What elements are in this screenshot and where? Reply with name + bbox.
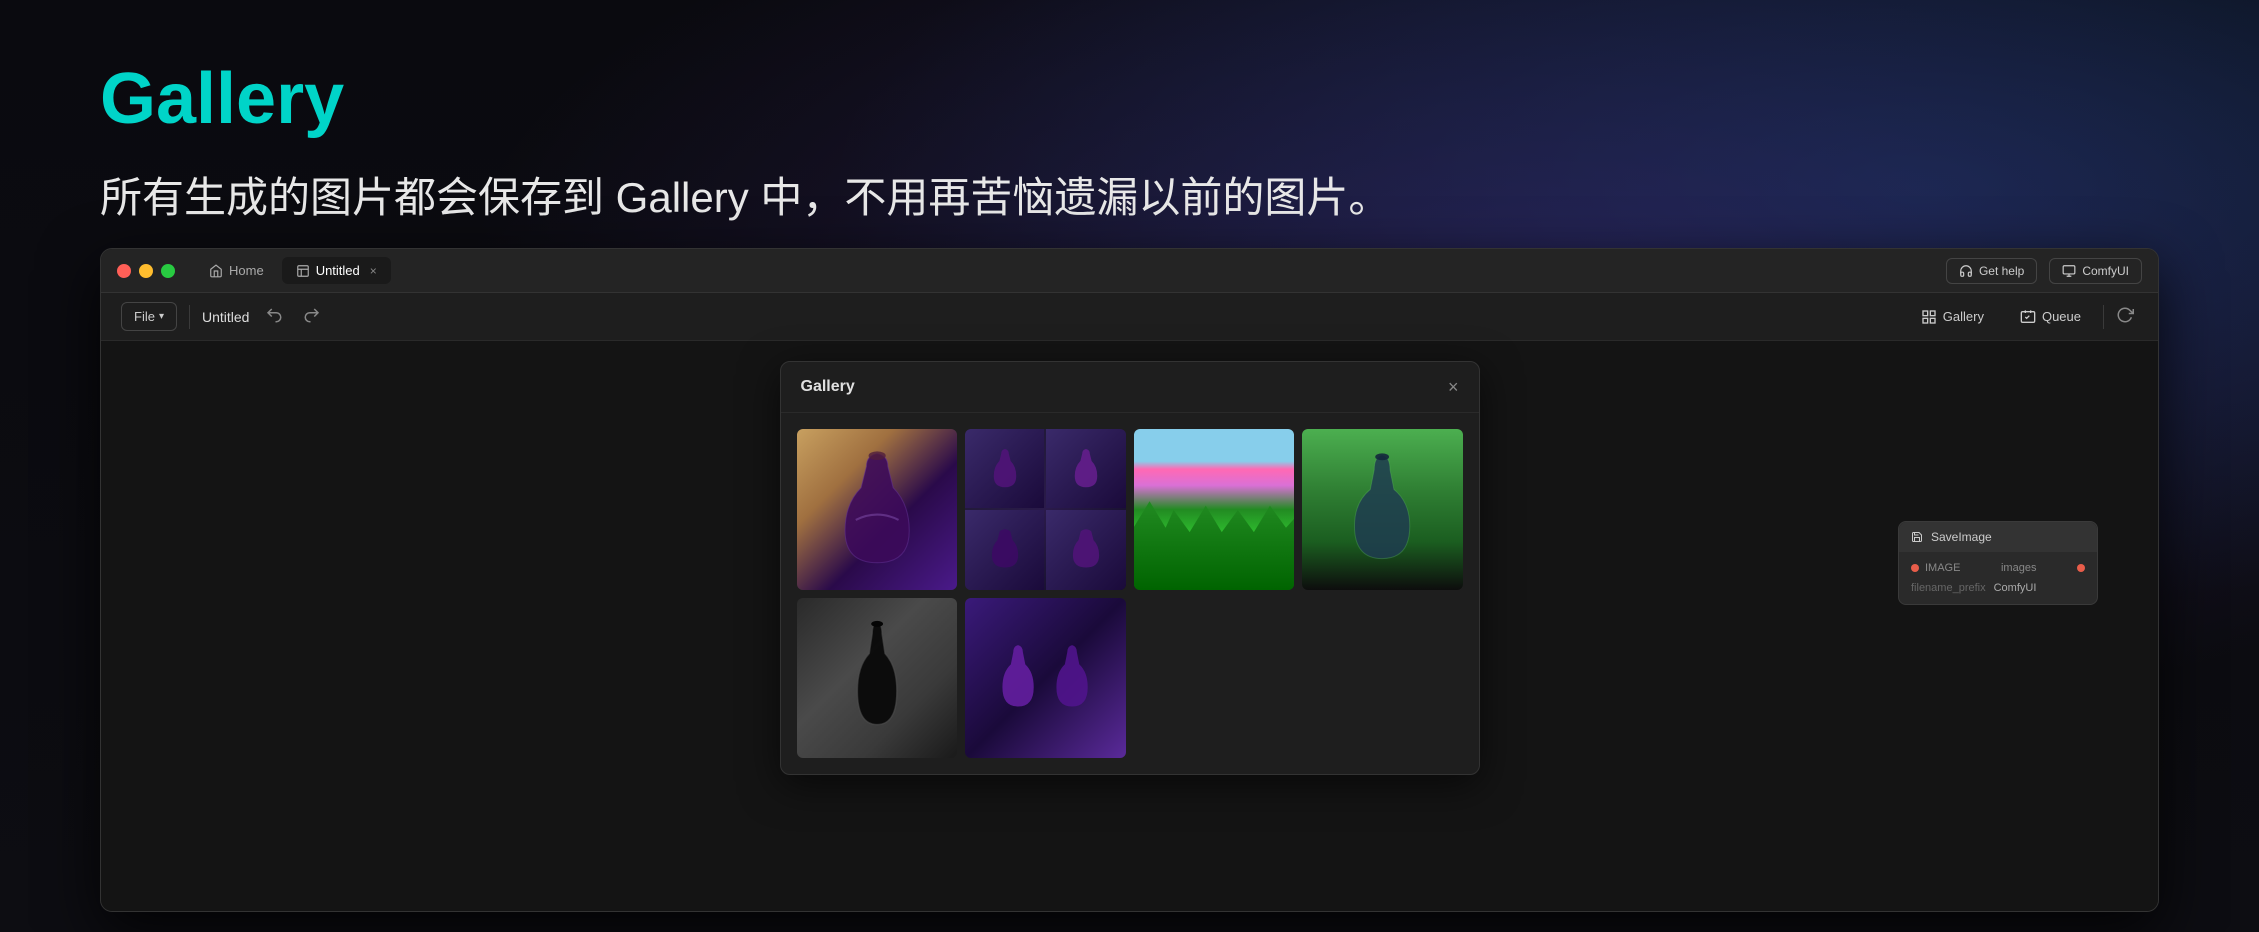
cell-2 — [1046, 429, 1125, 508]
mini-bottle-3 — [990, 527, 1020, 572]
node-body: IMAGE images filename_prefix ComfyUI — [1899, 552, 2097, 604]
hero-section: Gallery 所有生成的图片都会保存到 Gallery 中，不用再苦恼遗漏以前… — [0, 0, 2259, 268]
gallery-item-3[interactable] — [1134, 429, 1295, 590]
get-help-label: Get help — [1979, 264, 2024, 278]
file-button[interactable]: File ▾ — [121, 302, 177, 331]
toolbar-right: Gallery Queue — [1907, 302, 2138, 331]
workflow-icon — [296, 264, 310, 278]
gallery-grid — [781, 413, 1479, 774]
gallery-btn-label: Gallery — [1943, 309, 1984, 324]
untitled-tab[interactable]: Untitled × — [282, 257, 391, 284]
gallery-item-4[interactable] — [1302, 429, 1463, 590]
node-field: filename_prefix ComfyUI — [1911, 582, 2085, 594]
undo-icon — [265, 306, 283, 324]
title-bar: Home Untitled × Get help — [101, 249, 2158, 293]
node-title: SaveImage — [1931, 530, 1992, 544]
field-value: ComfyUI — [1994, 582, 2037, 594]
comfyui-label: ComfyUI — [2082, 264, 2129, 278]
toolbar-divider-1 — [189, 305, 190, 329]
gallery-modal: Gallery × — [780, 361, 1480, 775]
untitled-tab-label: Untitled — [316, 263, 360, 278]
forest-bottle-svg — [1342, 445, 1422, 573]
gallery-image-6 — [965, 598, 1126, 759]
cell-4 — [1046, 510, 1125, 589]
gallery-item-2[interactable] — [965, 429, 1126, 590]
node-header: SaveImage — [1899, 522, 2097, 552]
home-tab-label: Home — [229, 263, 264, 278]
redo-icon — [303, 306, 321, 324]
minimize-button[interactable] — [139, 264, 153, 278]
hero-title: Gallery — [100, 60, 2159, 139]
gallery-view-button[interactable]: Gallery — [1907, 303, 1998, 331]
close-button[interactable] — [117, 264, 131, 278]
hero-subtitle: 所有生成的图片都会保存到 Gallery 中，不用再苦恼遗漏以前的图片。 — [100, 169, 2159, 228]
main-content: SaveImage IMAGE images filename_prefix C… — [101, 341, 2158, 911]
toolbar-left: File ▾ Untitled — [121, 302, 1891, 331]
output-dot — [2077, 564, 2085, 572]
black-bottle-svg — [837, 614, 917, 742]
get-help-button[interactable]: Get help — [1946, 258, 2037, 284]
node-image-row: IMAGE images — [1911, 562, 2085, 574]
purple-bottle-1 — [994, 622, 1042, 734]
queue-view-button[interactable]: Queue — [2006, 303, 2095, 331]
cell-3 — [965, 510, 1044, 589]
app-window: Home Untitled × Get help — [100, 248, 2159, 912]
headphones-icon — [1959, 264, 1973, 278]
refresh-icon — [2116, 306, 2134, 324]
save-icon — [1911, 531, 1923, 543]
file-label: File — [134, 309, 155, 324]
home-icon — [209, 264, 223, 278]
maximize-button[interactable] — [161, 264, 175, 278]
forest-silhouette — [1134, 501, 1295, 589]
gallery-item-5[interactable] — [797, 598, 958, 759]
gallery-close-button[interactable]: × — [1448, 378, 1459, 396]
tab-close-btn[interactable]: × — [370, 264, 377, 278]
field-label: filename_prefix — [1911, 582, 1986, 594]
queue-icon — [2020, 309, 2036, 325]
gallery-image-1 — [797, 429, 958, 590]
gallery-item-1[interactable] — [797, 429, 958, 590]
mini-bottle-2 — [1071, 446, 1101, 491]
gallery-image-4 — [1302, 429, 1463, 590]
gallery-icon — [1921, 309, 1937, 325]
window-controls — [117, 264, 175, 278]
nav-tabs: Home Untitled × — [195, 257, 1946, 284]
queue-btn-label: Queue — [2042, 309, 2081, 324]
input-dot — [1911, 564, 1919, 572]
bottle-svg-1 — [829, 445, 925, 573]
redo-button[interactable] — [299, 302, 325, 331]
title-bar-right: Get help ComfyUI — [1946, 258, 2142, 284]
mini-bottle-1 — [990, 446, 1020, 491]
gallery-modal-title: Gallery — [801, 378, 855, 396]
home-tab[interactable]: Home — [195, 257, 278, 284]
workflow-name: Untitled — [202, 309, 249, 325]
undo-button[interactable] — [261, 302, 287, 331]
comfyui-button[interactable]: ComfyUI — [2049, 258, 2142, 284]
gallery-image-5 — [797, 598, 958, 759]
save-image-node[interactable]: SaveImage IMAGE images filename_prefix C… — [1898, 521, 2098, 605]
comfyui-icon — [2062, 264, 2076, 278]
gallery-image-2 — [965, 429, 1126, 590]
gallery-modal-header: Gallery × — [781, 362, 1479, 413]
toolbar: File ▾ Untitled — [101, 293, 2158, 341]
output-label: images — [2001, 562, 2036, 574]
image-label: IMAGE — [1925, 562, 1960, 574]
refresh-button[interactable] — [2112, 302, 2138, 331]
toolbar-divider-2 — [2103, 305, 2104, 329]
gallery-image-3 — [1134, 429, 1295, 590]
mini-bottle-4 — [1071, 527, 1101, 572]
gallery-item-6[interactable] — [965, 598, 1126, 759]
chevron-down-icon: ▾ — [159, 311, 164, 322]
cell-1 — [965, 429, 1044, 508]
purple-bottle-2 — [1048, 622, 1096, 734]
